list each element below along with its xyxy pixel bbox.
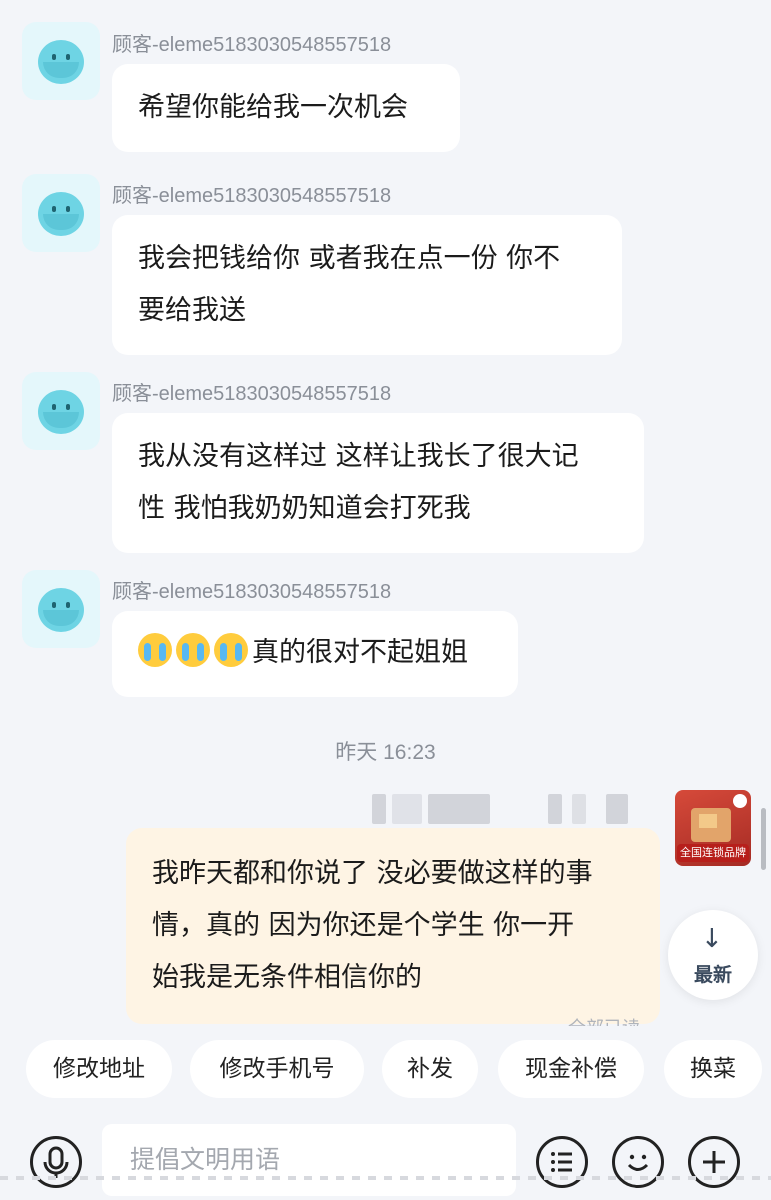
message-text: 我会把钱给你 或者我在点一份 你不 [138, 243, 561, 274]
jump-to-latest-button[interactable]: ↓ 最新 [668, 910, 758, 1000]
voice-button[interactable] [30, 1136, 82, 1188]
message-bubble[interactable]: 真的很对不起姐姐 [112, 611, 518, 697]
sender-name: 顾客-eleme5183030548557518 [112, 581, 392, 603]
crying-emoji-icon [138, 633, 172, 667]
brand-logo-icon [733, 794, 747, 808]
bottom-divider [0, 1176, 771, 1180]
quick-reply-change-address[interactable]: 修改地址 [26, 1040, 172, 1098]
outgoing-message-bubble[interactable]: 我昨天都和你说了 没必要做这样的事 情，真的 因为你还是个学生 你一开 始我是无… [126, 828, 660, 1024]
customer-avatar[interactable] [22, 174, 100, 252]
quick-reply-change-phone[interactable]: 修改手机号 [190, 1040, 364, 1098]
read-status: 全部已读 [568, 1014, 640, 1026]
crying-emoji-icon [176, 633, 210, 667]
crying-emoji-icon [214, 633, 248, 667]
customer-avatar[interactable] [22, 570, 100, 648]
message-text: 希望你能给我一次机会 [138, 92, 408, 123]
customer-avatar[interactable] [22, 372, 100, 450]
message-text: 真的很对不起姐姐 [252, 637, 468, 668]
customer-avatar[interactable] [22, 22, 100, 100]
scrollbar[interactable] [761, 808, 766, 870]
message-text: 情，真的 因为你还是个学生 你一开 [152, 910, 575, 941]
menu-button[interactable] [536, 1136, 588, 1188]
blurred-sender-name [372, 794, 386, 824]
add-button[interactable] [688, 1136, 740, 1188]
message-bubble[interactable]: 我会把钱给你 或者我在点一份 你不 要给我送 [112, 215, 622, 355]
message-text: 始我是无条件相信你的 [152, 962, 422, 993]
sender-name: 顾客-eleme5183030548557518 [112, 383, 392, 405]
message-text: 我昨天都和你说了 没必要做这样的事 [152, 858, 593, 889]
quick-reply-cash-compensation[interactable]: 现金补偿 [498, 1040, 644, 1098]
message-text: 我从没有这样过 这样让我长了很大记 [138, 441, 579, 472]
emoji-button[interactable] [612, 1136, 664, 1188]
ad-badge: 全国连锁品牌 [677, 844, 749, 862]
message-bubble[interactable]: 希望你能给我一次机会 [112, 64, 460, 152]
quick-reply-change-dish[interactable]: 换菜 [664, 1040, 762, 1098]
blurred-sender-name [572, 794, 586, 824]
blurred-sender-name [428, 794, 490, 824]
blurred-sender-name [606, 794, 628, 824]
blurred-sender-name [548, 794, 562, 824]
shop-avatar[interactable]: 全国连锁品牌 [675, 790, 751, 866]
message-text: 要给我送 [138, 295, 246, 326]
sender-name: 顾客-eleme5183030548557518 [112, 185, 392, 207]
quick-reply-resend[interactable]: 补发 [382, 1040, 478, 1098]
sender-name: 顾客-eleme5183030548557518 [112, 34, 392, 56]
message-timestamp: 昨天 16:23 [335, 741, 436, 764]
message-text: 性 我怕我奶奶知道会打死我 [138, 493, 471, 524]
blurred-sender-name [392, 794, 422, 824]
arrow-down-icon: ↓ [701, 924, 723, 954]
message-input[interactable]: 提倡文明用语 [102, 1124, 516, 1196]
message-bubble[interactable]: 我从没有这样过 这样让我长了很大记 性 我怕我奶奶知道会打死我 [112, 413, 644, 553]
latest-label: 最新 [693, 964, 732, 986]
